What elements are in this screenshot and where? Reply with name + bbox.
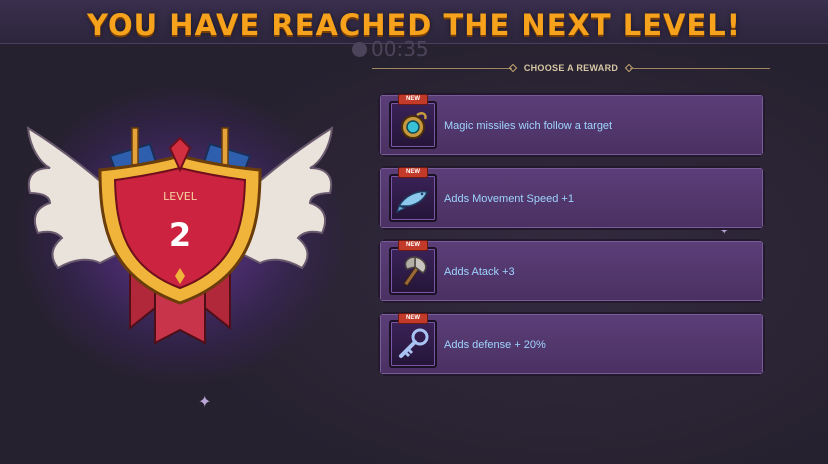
reward-icon-frame [389, 101, 437, 149]
reward-text: Adds Movement Speed +1 [444, 193, 574, 205]
new-badge: NEW [398, 94, 428, 105]
reward-card-4[interactable]: NEW Adds defense + 20% [378, 312, 765, 376]
key-icon [395, 326, 431, 362]
new-badge: NEW [398, 240, 428, 251]
reward-icon-frame [389, 174, 437, 222]
reward-icon-frame [389, 320, 437, 368]
divider-right [630, 68, 770, 69]
reward-text: Adds defense + 20% [444, 339, 546, 351]
reward-text: Adds Atack +3 [444, 266, 515, 278]
reward-card-2[interactable]: NEW Adds Movement Speed +1 [378, 166, 765, 230]
level-value: 2 [169, 216, 191, 254]
axe-icon [395, 253, 431, 289]
level-emblem: LEVEL 2 [26, 126, 334, 345]
timer: 00:35 [352, 37, 429, 61]
reward-text: Magic missiles wich follow a target [444, 120, 613, 132]
level-label: LEVEL [163, 190, 198, 203]
fish-icon [395, 180, 431, 216]
reward-card-3[interactable]: NEW Adds Atack +3 [378, 239, 765, 303]
reward-header: CHOOSE A REWARD [372, 62, 770, 76]
new-badge: NEW [398, 167, 428, 178]
clock-icon [352, 42, 367, 57]
amulet-icon [395, 107, 431, 143]
timer-value: 00:35 [371, 37, 429, 61]
reward-card-1[interactable]: NEW Magic missiles wich follow a target [378, 93, 765, 157]
new-badge: NEW [398, 313, 428, 324]
reward-icon-frame [389, 247, 437, 295]
sparkle-icon: ✦ [198, 394, 212, 411]
